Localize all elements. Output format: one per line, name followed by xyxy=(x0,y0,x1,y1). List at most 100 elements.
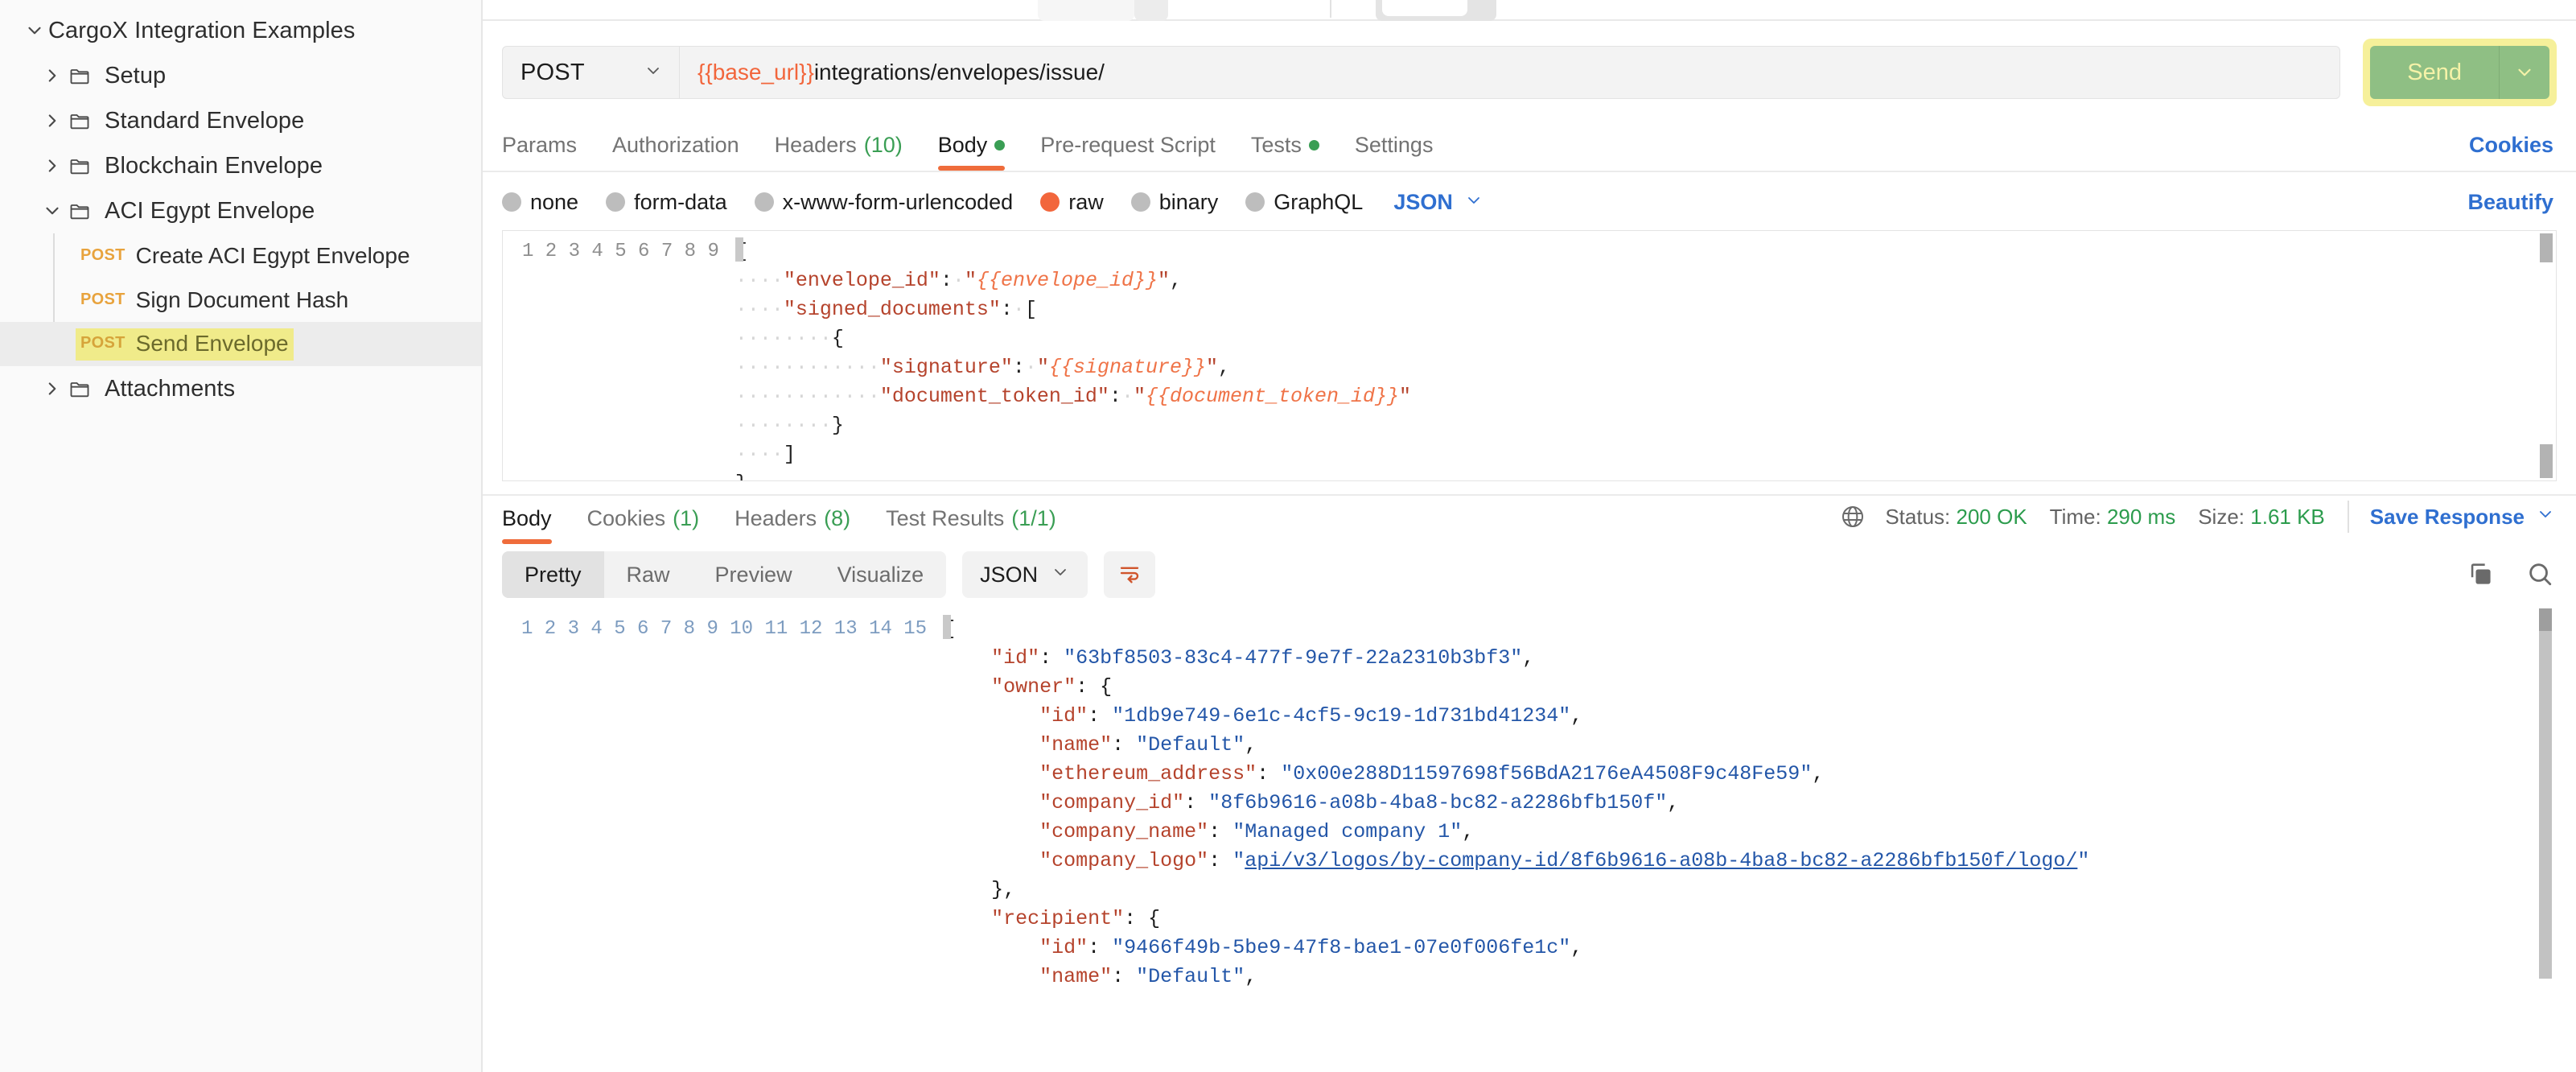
body-type-selector: none form-data x-www-form-urlencoded raw… xyxy=(483,172,2576,230)
tab-body[interactable]: Body xyxy=(920,133,1023,171)
body-type-none[interactable]: none xyxy=(502,190,578,215)
folder-label: Setup xyxy=(105,63,166,89)
chevron-right-icon[interactable] xyxy=(39,62,66,89)
line-numbers: 1 2 3 4 5 6 7 8 9 xyxy=(503,237,735,481)
response-tab-body[interactable]: Body xyxy=(502,506,570,544)
response-tab-headers[interactable]: Headers (8) xyxy=(717,506,868,544)
tab-label: Params xyxy=(502,133,577,158)
body-type-form-data[interactable]: form-data xyxy=(606,190,727,215)
view-mode-raw[interactable]: Raw xyxy=(604,551,693,598)
response-format-selector[interactable]: JSON xyxy=(962,551,1088,598)
view-mode-visualize[interactable]: Visualize xyxy=(815,551,947,598)
tab-pre-request-script[interactable]: Pre-request Script xyxy=(1023,133,1233,171)
send-button-highlight: Send xyxy=(2363,39,2557,106)
request-item-sign-document-hash[interactable]: POST Sign Document Hash xyxy=(0,278,481,322)
method-badge: POST xyxy=(80,246,126,265)
response-tab-test-results[interactable]: Test Results (1/1) xyxy=(868,506,1074,544)
tab-count: (1/1) xyxy=(1011,506,1056,531)
chevron-right-icon[interactable] xyxy=(39,375,66,402)
scrollbar-thumb-top[interactable] xyxy=(2539,608,2552,631)
view-mode-preview[interactable]: Preview xyxy=(693,551,815,598)
method-badge: POST xyxy=(80,334,126,353)
tab-count: (10) xyxy=(864,133,903,158)
body-type-graphql[interactable]: GraphQL xyxy=(1245,190,1363,215)
folder-aci-egypt-envelope[interactable]: ACI Egypt Envelope xyxy=(0,188,481,233)
request-body-editor[interactable]: 1 2 3 4 5 6 7 8 9 { ····"envelope_id":·"… xyxy=(502,230,2557,481)
response-actions xyxy=(2467,560,2553,588)
folder-attachments[interactable]: Attachments xyxy=(0,366,481,411)
owner-company-name: Managed company 1 xyxy=(1245,820,1450,843)
chevron-down-icon[interactable] xyxy=(39,197,66,225)
request-item-send-envelope[interactable]: POST Send Envelope xyxy=(0,322,481,366)
chevron-right-icon[interactable] xyxy=(39,152,66,179)
active-tab-indicator xyxy=(938,166,1006,171)
request-highlight: POST Send Envelope xyxy=(76,328,294,361)
url-input[interactable]: {{base_url}}integrations/envelopes/issue… xyxy=(679,46,2340,99)
request-name: Create ACI Egypt Envelope xyxy=(136,243,410,269)
tab-label: Body xyxy=(502,506,552,531)
body-format-selector[interactable]: JSON xyxy=(1393,190,1483,215)
tab-authorization[interactable]: Authorization xyxy=(595,133,757,171)
editor-scrollbar[interactable] xyxy=(2540,233,2553,478)
folder-standard-envelope[interactable]: Standard Envelope xyxy=(0,98,481,143)
scrollbar-thumb[interactable] xyxy=(2539,608,2552,979)
collection-root[interactable]: CargoX Integration Examples xyxy=(0,8,481,53)
folder-setup[interactable]: Setup xyxy=(0,53,481,98)
tab-label: Headers xyxy=(775,133,857,158)
chevron-down-icon[interactable] xyxy=(21,17,48,44)
postman-window: CargoX Integration Examples Setup Standa… xyxy=(0,0,2576,1072)
chevron-right-icon[interactable] xyxy=(39,107,66,134)
response-tabs: Body Cookies (1) Headers (8) Test Result… xyxy=(483,496,2576,544)
url-variable: {{base_url}} xyxy=(697,60,814,85)
search-icon[interactable] xyxy=(2526,560,2553,588)
modified-dot-icon xyxy=(994,140,1005,150)
status-value: 200 OK xyxy=(1957,505,2027,529)
response-tab-cookies[interactable]: Cookies (1) xyxy=(570,506,718,544)
owner-name: Default xyxy=(1148,733,1232,757)
send-button[interactable]: Send xyxy=(2370,46,2549,99)
body-type-x-www-form-urlencoded[interactable]: x-www-form-urlencoded xyxy=(755,190,1014,215)
folder-blockchain-envelope[interactable]: Blockchain Envelope xyxy=(0,143,481,188)
folder-label: Standard Envelope xyxy=(105,108,304,134)
request-tabs: Params Authorization Headers (10) Body P… xyxy=(483,121,2576,171)
response-format-label: JSON xyxy=(980,563,1038,588)
response-code: 1 2 3 4 5 6 7 8 9 10 11 12 13 14 15 { "i… xyxy=(502,608,2557,987)
tab-params[interactable]: Params xyxy=(502,133,595,171)
body-type-raw[interactable]: raw xyxy=(1040,190,1104,215)
response-body-viewer[interactable]: 1 2 3 4 5 6 7 8 9 10 11 12 13 14 15 { "i… xyxy=(502,608,2557,987)
send-button-label: Send xyxy=(2370,46,2500,99)
save-response-button[interactable]: Save Response xyxy=(2370,505,2555,530)
http-method-selector[interactable]: POST xyxy=(502,46,679,99)
wrap-lines-button[interactable] xyxy=(1104,551,1155,598)
tab-label: Body xyxy=(938,133,988,158)
url-bar: POST {{base_url}}integrations/envelopes/… xyxy=(483,21,2576,121)
chevron-down-icon xyxy=(2536,505,2555,530)
radio-label: binary xyxy=(1159,190,1219,215)
toolbar-pill xyxy=(1382,0,1467,16)
radio-label: raw xyxy=(1068,190,1104,215)
folder-icon xyxy=(66,107,93,134)
cookies-link[interactable]: Cookies xyxy=(2469,133,2553,158)
code-content: { ····"envelope_id":·"{{envelope_id}}", … xyxy=(735,237,2556,481)
radio-icon xyxy=(502,192,521,212)
tab-count: (8) xyxy=(824,506,850,531)
globe-icon xyxy=(1840,504,1866,530)
beautify-button[interactable]: Beautify xyxy=(2467,190,2553,215)
resp-id: 63bf8503-83c4-477f-9e7f-22a2310b3bf3 xyxy=(1076,646,1510,670)
scrollbar-thumb[interactable] xyxy=(2540,233,2553,262)
request-item-create-aci-egypt-envelope[interactable]: POST Create ACI Egypt Envelope xyxy=(0,233,481,278)
tab-headers[interactable]: Headers (10) xyxy=(757,133,920,171)
body-type-binary[interactable]: binary xyxy=(1131,190,1219,215)
tab-label: Pre-request Script xyxy=(1040,133,1216,158)
response-scrollbar[interactable] xyxy=(2539,608,2552,987)
tab-settings[interactable]: Settings xyxy=(1337,133,1451,171)
copy-icon[interactable] xyxy=(2467,560,2494,588)
folder-icon xyxy=(66,197,93,225)
tab-tests[interactable]: Tests xyxy=(1233,133,1337,171)
radio-icon xyxy=(755,192,774,212)
owner-ethereum-address: 0x00e288D11597698f56BdA2176eA4508F9c48Fe… xyxy=(1293,762,1800,785)
view-mode-pretty[interactable]: Pretty xyxy=(502,551,604,598)
scrollbar-thumb[interactable] xyxy=(2540,444,2553,478)
send-options-caret-icon[interactable] xyxy=(2500,46,2549,99)
request-response-pane: POST {{base_url}}integrations/envelopes/… xyxy=(483,0,2576,1072)
